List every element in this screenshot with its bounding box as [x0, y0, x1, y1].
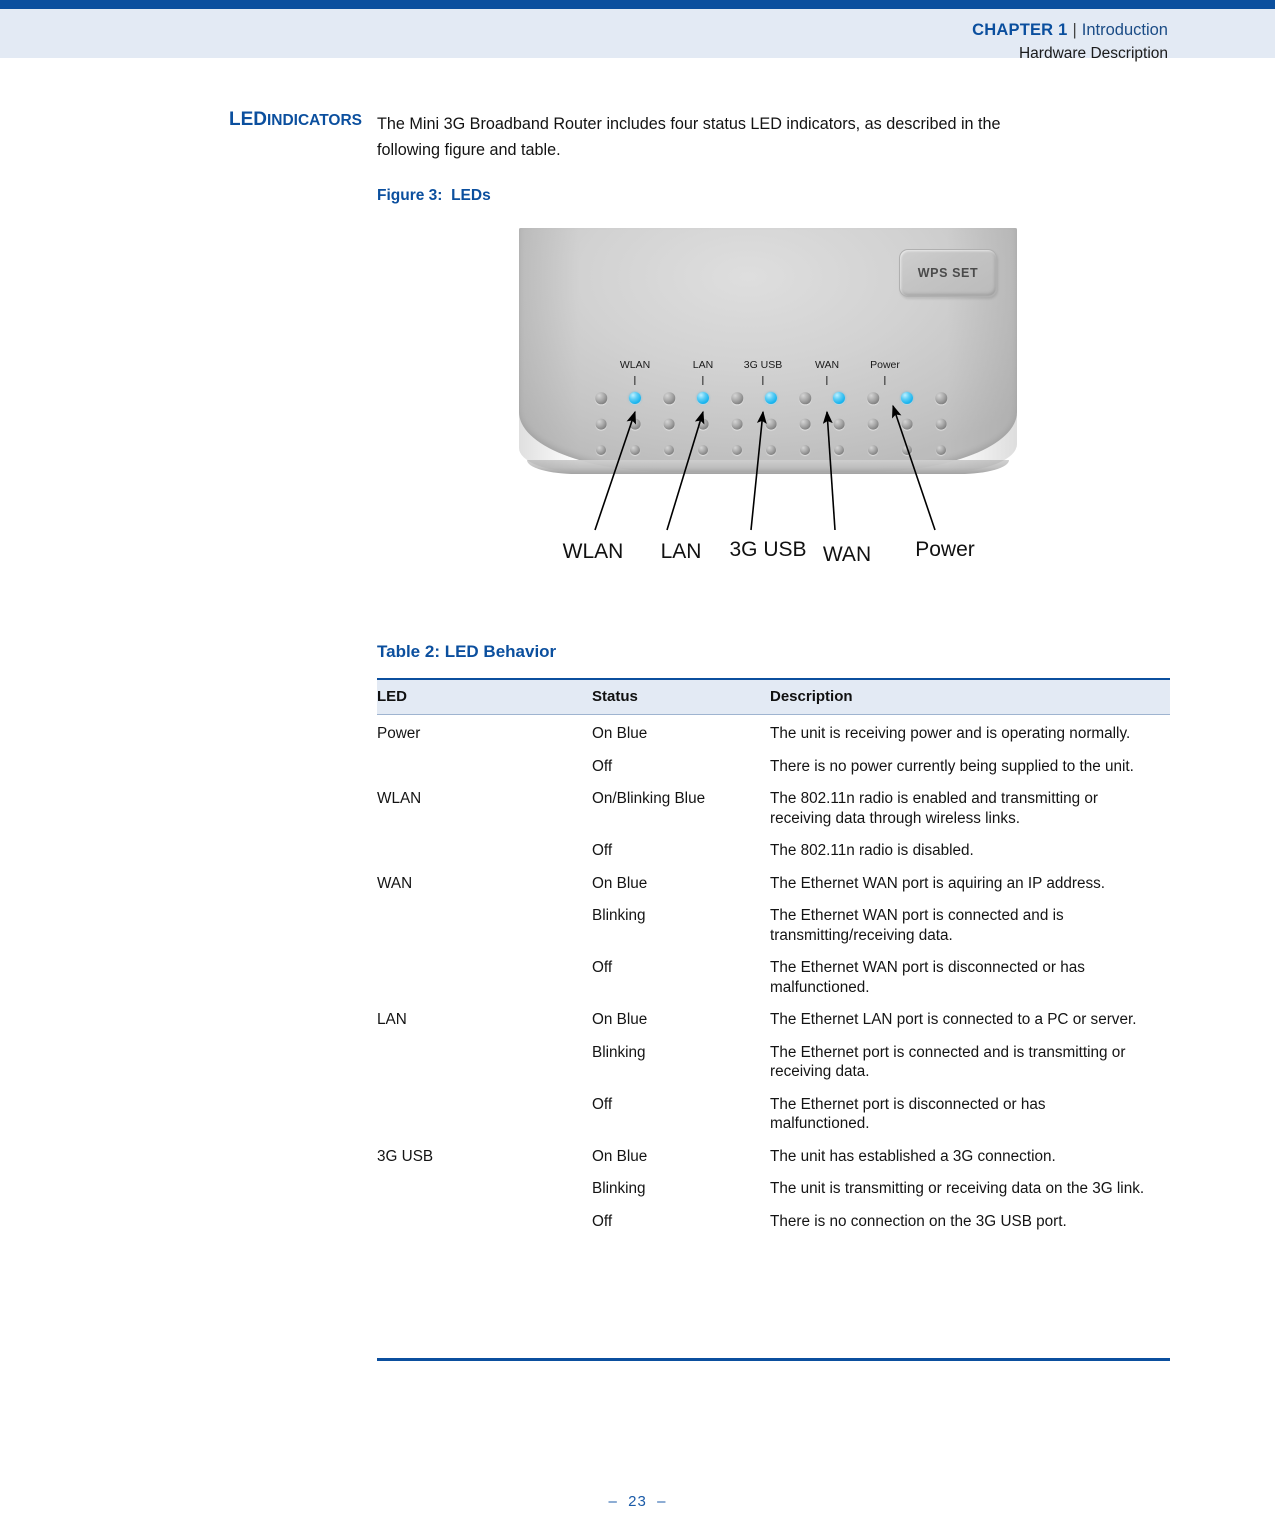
- table-row: WLAN On/Blinking Blue The 802.11n radio is…: [377, 780, 1170, 832]
- cell-description: The 802.11n radio is disabled.: [770, 842, 974, 859]
- cell-description: The unit has established a 3G connection…: [770, 1147, 1056, 1165]
- document-page: CHAPTER 1 | Introduction Hardware Descript…: [0, 0, 1275, 1532]
- cell-led: LAN: [377, 1011, 407, 1028]
- header-chapter-label: CHAPTER 1: [972, 21, 1068, 39]
- cell-led: [377, 1034, 592, 1086]
- led-behavior-table: LED Status Description Power On Blue The u…: [377, 678, 1170, 1235]
- table-row: Off There is no connection on the 3G USB …: [377, 1203, 1170, 1236]
- header-subsection-label: Hardware Description: [1018, 44, 1168, 62]
- table-col-header-led: LED: [377, 678, 592, 715]
- table-row: Blinking The unit is transmitting or rece…: [377, 1170, 1170, 1203]
- table-head: LED Status Description: [377, 678, 1170, 715]
- table-element: LED Status Description Power On Blue The u…: [377, 678, 1170, 1235]
- table-col-header-status: Status: [592, 678, 770, 715]
- cell-description: The Ethernet WAN port is aquiring an IP …: [770, 874, 1106, 892]
- callout-label-wlan: WLAN: [562, 540, 624, 563]
- cell-led: [377, 832, 592, 865]
- page-number: – 23 –: [608, 1493, 667, 1510]
- table-row: Off The Ethernet port is disconnected or …: [377, 1086, 1170, 1138]
- cell-status: On/Blinking Blue: [592, 790, 706, 807]
- table-row: Blinking The Ethernet port is connected a…: [377, 1034, 1170, 1086]
- arrow-lan: [666, 410, 705, 531]
- cell-status: Blinking: [592, 1180, 646, 1197]
- cell-led: [377, 748, 592, 781]
- table-row: Power On Blue The unit is receiving power …: [377, 715, 1170, 748]
- cell-description: The unit is transmitting or receiving da…: [770, 1180, 1145, 1197]
- cell-description: There is no connection on the 3G USB por…: [770, 1212, 1067, 1230]
- cell-led: WAN: [377, 874, 413, 892]
- cell-status: Off: [592, 757, 613, 775]
- table-row: WAN On Blue The Ethernet WAN port is aquir…: [377, 865, 1170, 898]
- cell-status: Off: [592, 1095, 613, 1113]
- cell-description: The Ethernet port is connected and is tr…: [770, 1043, 1126, 1081]
- header-text-block: CHAPTER 1 | Introduction Hardware Descript…: [0, 18, 1168, 61]
- header-section-label: Introduction: [1081, 21, 1168, 39]
- table-caption: Table 2: LED Behavior: [377, 642, 557, 661]
- arrow-wlan: [594, 410, 636, 531]
- cell-led: [377, 949, 592, 1001]
- cell-led: [377, 1170, 592, 1203]
- cell-led: Power: [377, 725, 421, 742]
- callout-arrows: [594, 404, 936, 531]
- cell-led: WLAN: [377, 790, 422, 807]
- table-row: Blinking The Ethernet WAN port is connect…: [377, 897, 1170, 949]
- header-band: CHAPTER 1 | Introduction Hardware Descript…: [0, 9, 1275, 61]
- cell-led: [377, 897, 592, 949]
- cell-description: The Ethernet WAN port is connected and i…: [770, 907, 1064, 944]
- cell-led: 3G USB: [377, 1147, 434, 1165]
- cell-status: On Blue: [592, 725, 648, 742]
- arrow-3g-usb: [750, 410, 767, 531]
- table-row: Off The Ethernet WAN port is disconnected…: [377, 949, 1170, 1001]
- table-row: Off The 802.11n radio is disabled.: [377, 832, 1170, 865]
- callout-label-3g-usb: 3G USB: [729, 538, 807, 561]
- arrow-wan: [822, 410, 836, 531]
- cell-status: Blinking: [592, 1043, 646, 1061]
- callout-label-lan: LAN: [660, 540, 702, 563]
- cell-status: Off: [592, 1212, 613, 1230]
- table-header-row: LED Status Description: [377, 678, 1170, 715]
- cell-status: On Blue: [592, 1147, 648, 1165]
- cell-description: The 802.11n radio is enabled and transmi…: [770, 790, 1098, 827]
- body-paragraph: The Mini 3G Broadband Router includes fo…: [377, 115, 1001, 159]
- cell-description: The Ethernet port is disconnected or has…: [770, 1095, 1046, 1133]
- table-bottom-rule: [377, 1358, 1170, 1361]
- cell-status: Off: [592, 842, 613, 859]
- cell-description: The Ethernet WAN port is disconnected or…: [770, 959, 1085, 996]
- table-row: LAN On Blue The Ethernet LAN port is conne…: [377, 1001, 1170, 1034]
- cell-status: Blinking: [592, 907, 646, 924]
- table-col-header-description: Description: [770, 678, 1170, 715]
- callout-label-wan: WAN: [822, 543, 872, 566]
- table-body: Power On Blue The unit is receiving power …: [377, 715, 1170, 1236]
- cell-led: [377, 1086, 592, 1138]
- cell-description: The Ethernet LAN port is connected to a …: [770, 1011, 1137, 1028]
- header-top-rule: [0, 0, 1275, 9]
- figure-leds: WPS SET WLAN LAN 3G USB WAN Power WLAN LAN 3G …: [513, 228, 1021, 566]
- callout-label-power: Power: [915, 538, 975, 561]
- cell-status: Off: [592, 959, 613, 976]
- figure-caption: Figure 3: LEDs: [377, 187, 491, 204]
- side-heading-rest: INDICATORS: [266, 112, 362, 129]
- header-separator: |: [1072, 21, 1077, 39]
- side-heading-main: LED: [228, 109, 267, 130]
- section-side-heading: LEDINDICATORS: [172, 110, 362, 129]
- cell-description: There is no power currently being suppli…: [770, 757, 1134, 775]
- header-chapter-line: CHAPTER 1 | Introduction: [0, 18, 1168, 39]
- table-row: 3G USB On Blue The unit has established a …: [377, 1138, 1170, 1171]
- cell-status: On Blue: [592, 874, 648, 892]
- cell-description: The unit is receiving power and is opera…: [770, 725, 1131, 742]
- arrow-power: [891, 404, 936, 531]
- cell-led: [377, 1203, 592, 1236]
- table-row: Off There is no power currently being sup…: [377, 748, 1170, 781]
- cell-status: On Blue: [592, 1011, 648, 1028]
